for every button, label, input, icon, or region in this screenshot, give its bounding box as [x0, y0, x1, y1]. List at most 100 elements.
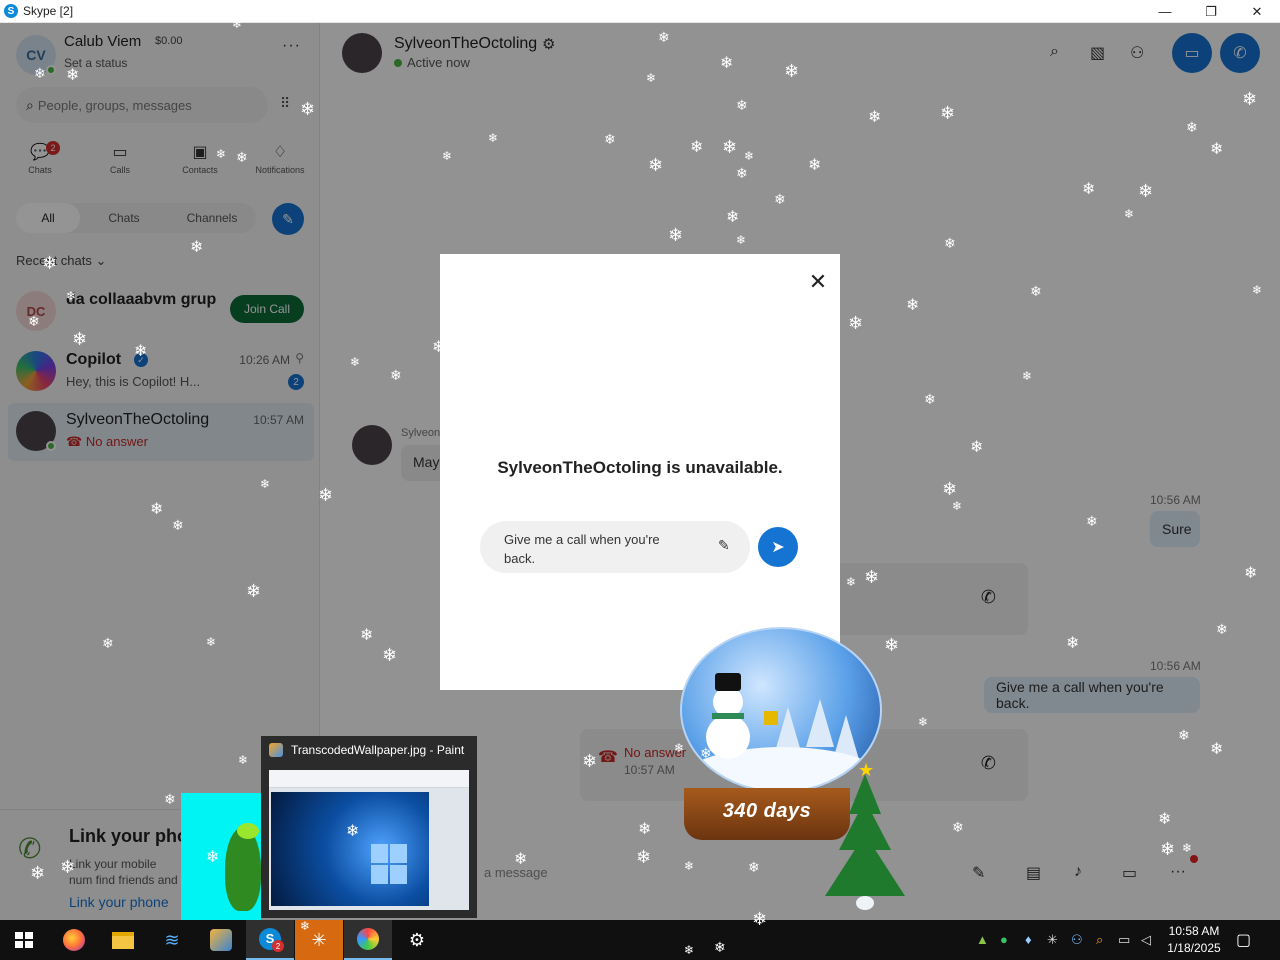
snowflake-icon: ❄: [1252, 283, 1263, 297]
snowflake-icon: ❄: [1082, 181, 1096, 198]
snowflake-icon: ❄: [60, 857, 76, 877]
snowflake-icon: ❄: [714, 939, 726, 955]
tray-icon[interactable]: ▲: [976, 932, 989, 947]
snowflake-icon: ❄: [668, 225, 684, 245]
system-clock[interactable]: 10:58 AM 1/18/2025: [1164, 923, 1224, 957]
snowflake-icon: ❄: [1158, 811, 1172, 828]
snowflake-icon: ❄: [674, 741, 685, 755]
snowflake-icon: ❄: [66, 67, 80, 84]
snowflake-icon: ❄: [1022, 369, 1033, 383]
file-explorer-icon[interactable]: [99, 920, 147, 960]
star-icon: ★: [858, 760, 875, 780]
snowflake-icon: ❄: [774, 191, 786, 207]
firefox-icon[interactable]: [50, 920, 98, 960]
snowflake-icon: ❄: [66, 289, 77, 303]
tray-snowflake-icon[interactable]: ✳: [1047, 932, 1058, 948]
snowflake-icon: ❄: [300, 99, 316, 119]
snowflake-icon: ❄: [1066, 635, 1080, 652]
minimize-button[interactable]: —: [1142, 0, 1188, 23]
snowflake-icon: ❄: [748, 859, 760, 875]
snowflake-icon: ❄: [30, 863, 46, 883]
settings-icon[interactable]: ⚙: [393, 920, 441, 960]
snowman-scarf: [712, 713, 744, 719]
snowflake-icon: ❄: [636, 847, 652, 867]
skype-badge: 2: [272, 940, 284, 952]
leave-message-input[interactable]: Give me a call when you're back.: [480, 521, 750, 573]
clock-time: 10:58 AM: [1168, 924, 1220, 938]
volume-icon[interactable]: ◁: [1141, 932, 1151, 948]
snowflake-icon: ❄: [432, 339, 446, 356]
snowflake-icon: ❄: [1210, 141, 1224, 158]
snowflake-icon: ❄: [906, 297, 920, 314]
window-titlebar: S Skype [2] — ❐ ✕: [0, 0, 1280, 23]
tree-base: [856, 896, 874, 910]
snowflake-icon: ❄: [1186, 119, 1198, 135]
snowflake-icon: ❄: [952, 499, 963, 513]
snowflake-icon: ❄: [808, 157, 822, 174]
snowflake-icon: ❄: [150, 501, 164, 518]
network-icon[interactable]: ▭: [1118, 932, 1130, 948]
snowflake-icon: ❄: [1124, 207, 1135, 221]
skype-taskbar-icon[interactable]: S 2: [246, 920, 294, 960]
tray-drop-icon[interactable]: ♦: [1025, 932, 1032, 947]
unavailable-message: SylveonTheOctoling is unavailable.: [497, 458, 783, 477]
pen-icon[interactable]: ✎: [718, 537, 730, 554]
window-title: Skype [2]: [23, 4, 74, 18]
snowflake-icon: ❄: [868, 109, 882, 126]
snowflake-icon: ❄: [206, 635, 217, 649]
snowflake-icon: ❄: [942, 479, 958, 499]
snowflake-icon: ❄: [236, 149, 248, 165]
snowflake-icon: ❄: [690, 139, 704, 156]
snowflake-icon: ❄: [700, 745, 712, 761]
snowflake-icon: ❄: [784, 61, 800, 81]
snowflake-icon: ❄: [442, 149, 453, 163]
snowman: [706, 715, 750, 759]
wallpaper-image: [271, 792, 429, 906]
paint-taskbar-icon[interactable]: [344, 920, 392, 960]
taskbar: ≋ S 2 ✳ ⚙ ▲ ● ♦ ✳ ⚇ ⌕ ▭ ◁ 10:58 AM 1/18/…: [0, 920, 1280, 960]
snowflake-icon: ❄: [918, 715, 929, 729]
snowflake-icon: ❄: [1242, 89, 1258, 109]
snowflake-icon: ❄: [42, 253, 58, 273]
skype-icon: S: [4, 4, 18, 18]
snowflake-icon: ❄: [216, 147, 227, 161]
snowflake-icon: ❄: [28, 313, 40, 329]
snowflake-icon: ❄: [1160, 839, 1176, 859]
close-window-button[interactable]: ✕: [1234, 0, 1280, 23]
snowflake-icon: ❄: [260, 477, 271, 491]
tree-tier: [825, 834, 905, 896]
preview-thumbnail[interactable]: [269, 770, 469, 910]
tray-search-icon[interactable]: ⌕: [1096, 932, 1103, 948]
snowflake-icon: ❄: [514, 851, 528, 868]
send-button[interactable]: ➤: [758, 527, 798, 567]
paint-ribbon: [269, 770, 469, 788]
parrot-body: [225, 827, 261, 911]
snowman-hat: [715, 673, 741, 691]
close-icon[interactable]: ✕: [808, 271, 828, 293]
snowflake-icon: ❄: [736, 165, 748, 181]
taskbar-thumbnail-preview[interactable]: TranscodedWallpaper.jpg - Paint: [261, 736, 477, 918]
tray-shield-icon[interactable]: ●: [1000, 932, 1008, 947]
snowflake-icon: ❄: [684, 859, 695, 873]
snowflake-icon: ❄: [102, 635, 114, 651]
restore-button[interactable]: ❐: [1188, 0, 1234, 23]
snowflake-icon: ❄: [864, 567, 880, 587]
snowflake-icon: ❄: [238, 753, 249, 767]
christmas-tree: ★: [822, 760, 908, 910]
snowflake-icon: ❄: [246, 581, 262, 601]
action-center-icon[interactable]: ▢: [1236, 930, 1251, 950]
start-button[interactable]: [0, 920, 48, 960]
snowflake-icon: ❄: [488, 131, 499, 145]
snowflake-icon: ❄: [190, 239, 204, 256]
snowflake-icon: ❄: [300, 919, 311, 933]
tray-people-icon[interactable]: ⚇: [1071, 932, 1083, 948]
app-icon[interactable]: [197, 920, 245, 960]
snowflake-icon: ❄: [604, 131, 616, 147]
snowflake-icon: ❄: [736, 233, 747, 247]
unavailable-dialog: ✕ SylveonTheOctoling is unavailable. Giv…: [440, 254, 840, 690]
snowflake-icon: ❄: [944, 235, 956, 251]
docker-icon[interactable]: ≋: [148, 920, 196, 960]
snowflake-icon: ❄: [1138, 181, 1154, 201]
snowflake-icon: ❄: [390, 367, 402, 383]
snowflake-icon: ❄: [744, 149, 755, 163]
